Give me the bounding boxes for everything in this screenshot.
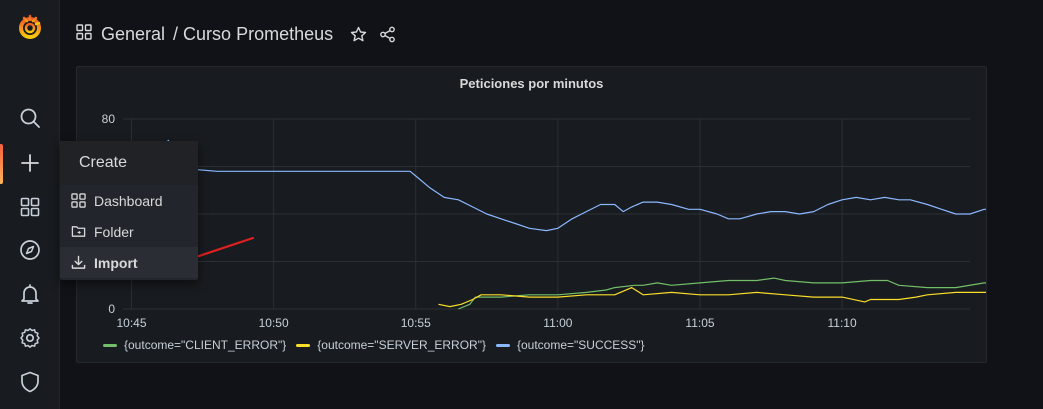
top-navbar: General / Curso Prometheus [60,0,1043,66]
legend-swatch [495,343,510,347]
menu-item-label: Folder [94,223,134,240]
folder-icon [71,226,86,237]
grid-icon [71,193,86,208]
legend-item[interactable]: {outcome="CLIENT_ERROR"} [103,338,286,352]
x-tick-label: 11:10 [828,316,857,330]
shield-icon[interactable] [0,365,59,399]
create-menu: Create Dashboard Folder Import [60,141,198,280]
search-icon[interactable] [0,101,59,135]
create-menu-header[interactable]: Create [60,141,198,185]
graph-panel[interactable]: Peticiones por minutos 10:45 10:50 10:55 11… [76,66,987,363]
x-tick-label: 10:55 [401,316,431,330]
legend-swatch [103,343,117,347]
star-icon[interactable] [350,26,367,43]
menu-item-folder[interactable]: Folder [60,216,198,247]
series-line-1 [438,287,986,308]
grid-icon[interactable] [0,190,59,224]
grafana-logo-icon[interactable] [0,10,59,44]
y-tick-label: 80 [102,112,116,126]
y-tick-label: 0 [108,302,115,316]
breadcrumb-title[interactable]: / Curso Prometheus [173,24,333,45]
gear-icon[interactable] [0,321,59,355]
chart-legend: {outcome="CLIENT_ERROR"} {outcome="SERVER… [103,338,655,352]
share-icon[interactable] [379,26,396,43]
x-tick-label: 10:45 [117,316,147,330]
legend-swatch [296,343,311,347]
menu-item-dashboard[interactable]: Dashboard [60,185,198,216]
dashboard-grid-icon [76,23,92,45]
compass-icon[interactable] [0,233,59,267]
sidebar [0,0,60,409]
legend-item[interactable]: {outcome="SUCCESS"} [495,338,645,352]
x-tick-label: 11:00 [543,316,572,330]
x-tick-label: 11:05 [685,316,714,330]
menu-item-import[interactable]: Import [60,247,198,278]
legend-label: {outcome="CLIENT_ERROR"} [124,338,287,352]
menu-item-label: Dashboard [94,192,163,209]
import-icon [71,255,86,269]
line-chart: 10:45 10:50 10:55 11:00 11:05 11:10 80 0 [102,112,986,330]
plus-icon[interactable] [0,146,59,180]
bell-icon[interactable] [0,277,59,311]
breadcrumb-folder-link[interactable]: General [101,24,165,45]
legend-label: {outcome="SERVER_ERROR"} [317,338,486,352]
x-tick-label: 10:50 [259,316,289,330]
breadcrumb: General / Curso Prometheus [76,22,396,46]
legend-label: {outcome="SUCCESS"} [516,338,645,352]
menu-item-label: Import [94,254,138,271]
legend-item[interactable]: {outcome="SERVER_ERROR"} [296,338,486,352]
series-line-2 [148,139,986,232]
series-line-0 [458,277,986,310]
